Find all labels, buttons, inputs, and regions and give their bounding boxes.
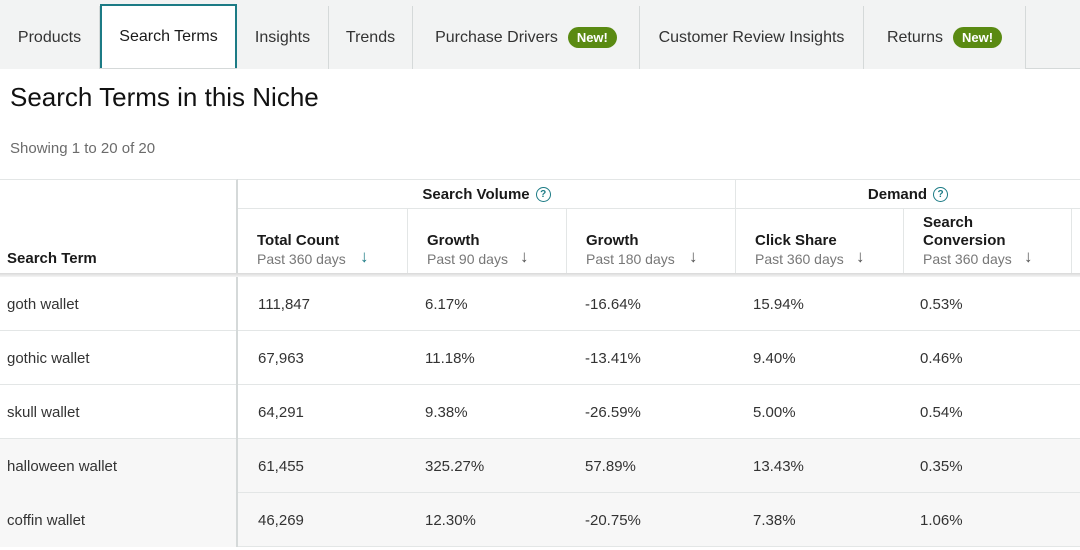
tab-trends[interactable]: Trends [329, 6, 413, 69]
column-group-row: Search Volume ? Demand ? [238, 179, 1080, 209]
result-count: Showing 1 to 20 of 20 [10, 140, 156, 157]
sort-arrow-down-icon[interactable]: ↓ [689, 247, 698, 267]
column-header-growth-180[interactable]: Growth Past 180 days ↓ [566, 209, 735, 274]
help-circle-icon[interactable]: ? [535, 187, 551, 202]
tab-label: Insights [254, 28, 311, 46]
tab-strip: Products Search Terms Insights Trends Pu… [0, 4, 1026, 69]
sort-arrow-down-icon[interactable]: ↓ [520, 247, 529, 267]
column-header-growth-90[interactable]: Growth Past 90 days ↓ [407, 209, 566, 274]
column-header-overflow [1071, 209, 1080, 274]
search-conversion-cell: 0.54% [920, 403, 963, 421]
search-term-cell[interactable]: goth wallet [0, 277, 238, 331]
tab-label: Purchase Drivers [435, 28, 558, 46]
search-conversion-cell: 1.06% [920, 511, 963, 529]
column-subtitle: Past 90 days [427, 251, 508, 267]
search-conversion-cell: 0.46% [920, 349, 963, 367]
growth-90-cell: 11.18% [425, 349, 475, 367]
search-term-cell[interactable]: skull wallet [0, 385, 238, 439]
growth-180-cell: -26.59% [585, 403, 641, 421]
table-row[interactable]: skull wallet 64,291 9.38% -26.59% 5.00% … [0, 385, 1080, 439]
total-count-cell: 64,291 [258, 403, 304, 421]
column-title: Total Count [257, 232, 340, 249]
search-conversion-cell: 0.53% [920, 295, 963, 313]
growth-90-cell: 6.17% [425, 295, 468, 313]
click-share-cell: 9.40% [753, 349, 796, 367]
column-subtitle: Past 360 days [923, 251, 1012, 267]
group-demand: Demand ? [735, 180, 1080, 209]
column-title: Growth [427, 232, 480, 249]
column-subtitle: Past 360 days [755, 251, 844, 267]
search-term-cell[interactable]: coffin wallet [0, 493, 238, 547]
column-title: Click Share [755, 232, 837, 249]
table-body: goth wallet 111,847 6.17% -16.64% 15.94%… [0, 277, 1080, 547]
sort-arrow-down-icon[interactable]: ↓ [1024, 247, 1033, 267]
tab-label: Products [17, 28, 82, 46]
new-badge: New! [567, 27, 617, 48]
click-share-cell: 15.94% [753, 295, 804, 313]
total-count-cell: 61,455 [258, 457, 304, 475]
column-header-total-count[interactable]: Total Count Past 360 days ↓ [238, 209, 407, 274]
column-header-row: Total Count Past 360 days ↓ Growth Past … [238, 208, 1080, 274]
tab-customer-review-insights[interactable]: Customer Review Insights [640, 6, 864, 69]
growth-180-cell: 57.89% [585, 457, 636, 475]
tab-search-terms[interactable]: Search Terms [100, 4, 237, 68]
total-count-cell: 46,269 [258, 511, 304, 529]
growth-180-cell: -13.41% [585, 349, 641, 367]
click-share-cell: 5.00% [753, 403, 796, 421]
tab-label: Trends [345, 28, 396, 46]
row-header-cell: Search Term [0, 179, 238, 273]
sort-arrow-down-icon[interactable]: ↓ [360, 247, 369, 267]
total-count-cell: 111,847 [258, 295, 310, 313]
growth-90-cell: 9.38% [425, 403, 468, 421]
new-badge: New! [952, 27, 1003, 48]
help-circle-icon[interactable]: ? [933, 187, 949, 202]
column-title-line1: Search [923, 214, 974, 231]
tab-purchase-drivers[interactable]: Purchase Drivers New! [413, 6, 640, 69]
sort-arrow-down-icon[interactable]: ↓ [856, 247, 865, 267]
click-share-cell: 7.38% [753, 511, 796, 529]
search-term-cell[interactable]: gothic wallet [0, 331, 238, 385]
column-subtitle: Past 360 days [257, 251, 346, 267]
growth-180-cell: -16.64% [585, 295, 641, 313]
tab-products[interactable]: Products [0, 6, 100, 69]
tab-label: Returns [886, 28, 943, 46]
growth-90-cell: 325.27% [425, 457, 485, 475]
tab-label: Search Terms [119, 28, 218, 45]
tab-label: Customer Review Insights [658, 28, 845, 46]
column-title: Growth [586, 232, 639, 249]
growth-90-cell: 12.30% [425, 511, 476, 529]
page-title: Search Terms in this Niche [10, 82, 319, 112]
table-row[interactable]: coffin wallet 46,269 12.30% -20.75% 7.38… [0, 493, 1080, 547]
column-subtitle: Past 180 days [586, 251, 675, 267]
column-title-line2: Conversion [923, 232, 1006, 249]
group-label: Search Volume [422, 186, 530, 203]
tab-insights[interactable]: Insights [237, 6, 329, 69]
tab-returns[interactable]: Returns New! [864, 6, 1026, 69]
column-header-search-conversion[interactable]: Search Conversion Past 360 days ↓ [903, 209, 1071, 274]
total-count-cell: 67,963 [258, 349, 304, 367]
search-term-header: Search Term [7, 250, 97, 267]
table-row[interactable]: halloween wallet 61,455 325.27% 57.89% 1… [0, 439, 1080, 493]
tab-bar: Products Search Terms Insights Trends Pu… [0, 0, 1080, 69]
table-row[interactable]: goth wallet 111,847 6.17% -16.64% 15.94%… [0, 277, 1080, 331]
group-label: Demand [867, 186, 928, 203]
search-conversion-cell: 0.35% [920, 457, 963, 475]
click-share-cell: 13.43% [753, 457, 804, 475]
column-header-click-share[interactable]: Click Share Past 360 days ↓ [735, 209, 903, 274]
table-row[interactable]: gothic wallet 67,963 11.18% -13.41% 9.40… [0, 331, 1080, 385]
growth-180-cell: -20.75% [585, 511, 641, 529]
group-search-volume: Search Volume ? [238, 180, 735, 209]
search-term-cell[interactable]: halloween wallet [0, 439, 238, 493]
